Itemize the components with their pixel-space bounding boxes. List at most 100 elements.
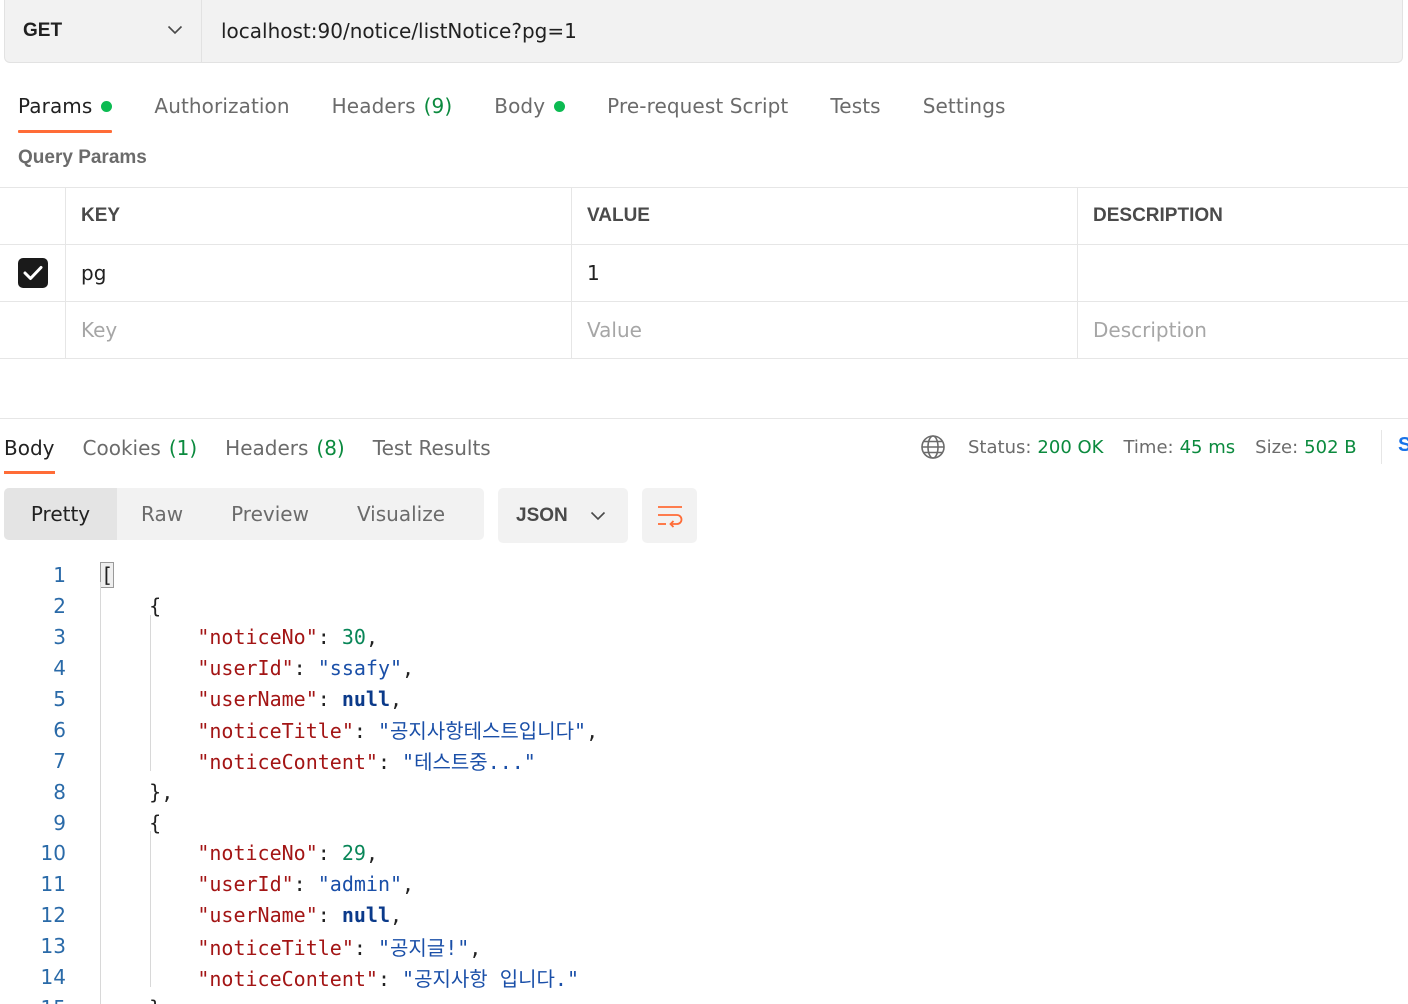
tab-label: Settings [922,94,1006,118]
header-checkbox-column [0,188,66,244]
response-tab-body[interactable]: Body [4,430,55,474]
request-url-bar: GET localhost:90/notice/listNotice?pg=1 [4,0,1403,63]
code-line: 15 }, [0,992,1408,1004]
line-number: 15 [0,996,66,1004]
query-params-title: Query Params [18,147,147,168]
param-description-cell[interactable] [1078,245,1408,301]
code-line: 2 { [0,591,1408,622]
response-divider [0,418,1408,419]
code-token: : [377,750,403,775]
format-tab-pretty[interactable]: Pretty [4,488,117,540]
tab-label: Cookies [82,436,161,460]
response-tab-test-results[interactable]: Test Results [373,430,491,466]
size-label: Size: [1255,436,1299,458]
code-line-content: "noticeNo": 29, [66,841,378,865]
line-number: 1 [53,563,66,588]
tab-label: Body [4,436,55,460]
code-token: "noticeNo" [197,625,318,650]
cookies-count: (1) [168,436,198,460]
code-token: : [353,935,378,960]
globe-icon[interactable] [920,434,946,460]
chevron-down-icon [590,511,606,521]
code-token: "userId" [197,872,294,897]
code-token: , [402,656,415,681]
code-line-content: "userName": null, [66,687,402,711]
status-value[interactable]: 200 OK [1037,437,1103,458]
code-token: "noticeNo" [197,841,318,866]
format-tab-raw[interactable]: Raw [117,488,207,540]
row-checkbox-cell [0,245,66,301]
code-line-content: "noticeContent": "공지사항 입니다." [66,963,579,992]
language-select[interactable]: JSON [498,488,628,543]
code-line: 14 "noticeContent": "공지사항 입니다." [0,962,1408,993]
save-response-link-partial[interactable]: S [1398,434,1408,457]
time-value[interactable]: 45 ms [1180,437,1236,458]
new-key-input[interactable]: Key [66,302,572,358]
code-token: null [341,903,391,928]
new-description-input[interactable]: Description [1078,302,1408,358]
tab-tests[interactable]: Tests [830,86,880,126]
line-number: 11 [40,872,66,897]
wrap-lines-button[interactable] [642,488,697,543]
code-line-content: "noticeContent": "테스트중..." [66,746,536,775]
column-header-value: VALUE [572,188,1078,244]
url-input[interactable]: localhost:90/notice/listNotice?pg=1 [202,0,577,62]
indent-guide [150,831,151,987]
time-label: Time: [1123,436,1174,458]
new-value-input[interactable]: Value [572,302,1078,358]
status-label: Status: [968,436,1032,458]
method-select[interactable]: GET [5,0,202,62]
code-token: { [101,810,162,835]
tab-label: Authorization [154,94,290,118]
wrap-lines-icon [656,504,684,528]
tab-body[interactable]: Body [494,86,566,126]
code-line: 9 { [0,807,1408,838]
response-tab-cookies[interactable]: Cookies (1) [83,430,198,466]
format-tab-preview[interactable]: Preview [207,488,333,540]
code-token: "공지사항테스트입니다" [377,719,587,744]
line-number: 5 [53,687,66,711]
column-header-key: KEY [66,188,572,244]
line-number: 10 [40,841,66,866]
code-token: , [586,719,599,744]
code-line-content: "noticeTitle": "공지사항테스트입니다", [66,715,598,744]
response-tab-headers[interactable]: Headers (8) [225,430,345,466]
tab-headers[interactable]: Headers (9) [332,86,453,126]
code-line-content: { [66,594,161,618]
code-line-content: "userId": "admin", [66,872,414,896]
tab-pre-request-script[interactable]: Pre-request Script [607,86,788,126]
code-token: , [365,841,378,866]
code-token: 29 [341,841,366,866]
code-line-content: }, [66,996,173,1004]
size-value[interactable]: 502 B [1304,437,1356,458]
code-line: 3 "noticeNo": 30, [0,622,1408,653]
code-line: 12 "userName": null, [0,900,1408,931]
tab-params[interactable]: Params [18,86,113,133]
headers-count: (9) [423,94,453,118]
row-checkbox-cell [0,302,66,358]
code-token: "공지글!" [377,935,470,960]
indent-guide [100,582,101,1004]
param-key-cell[interactable]: pg [66,245,572,301]
code-line: 13 "noticeTitle": "공지글!", [0,931,1408,962]
code-line-content: "noticeTitle": "공지글!", [66,932,481,961]
code-line-content: [ [66,562,115,589]
language-select-label: JSON [516,504,568,526]
tab-settings[interactable]: Settings [923,86,1006,126]
line-number: 14 [40,965,66,990]
tab-authorization[interactable]: Authorization [154,86,289,126]
line-number: 2 [53,594,66,619]
format-tab-visualize[interactable]: Visualize [333,488,469,540]
response-body-code[interactable]: 1[2 {3 "noticeNo": 30, 4 "userId": "ssafy… [0,560,1408,1004]
indent-guide [150,615,151,771]
code-token: , [390,687,403,711]
param-value-cell[interactable]: 1 [572,245,1078,301]
method-label: GET [23,20,63,41]
line-number: 4 [53,656,66,681]
table-header-row: KEY VALUE DESCRIPTION [0,188,1408,245]
code-token: "공지사항 입니다." [402,966,580,991]
checkbox-checked-icon[interactable] [17,258,48,288]
params-indicator-dot [101,100,113,112]
code-token: "noticeContent" [197,750,378,775]
code-token: , [390,903,403,928]
